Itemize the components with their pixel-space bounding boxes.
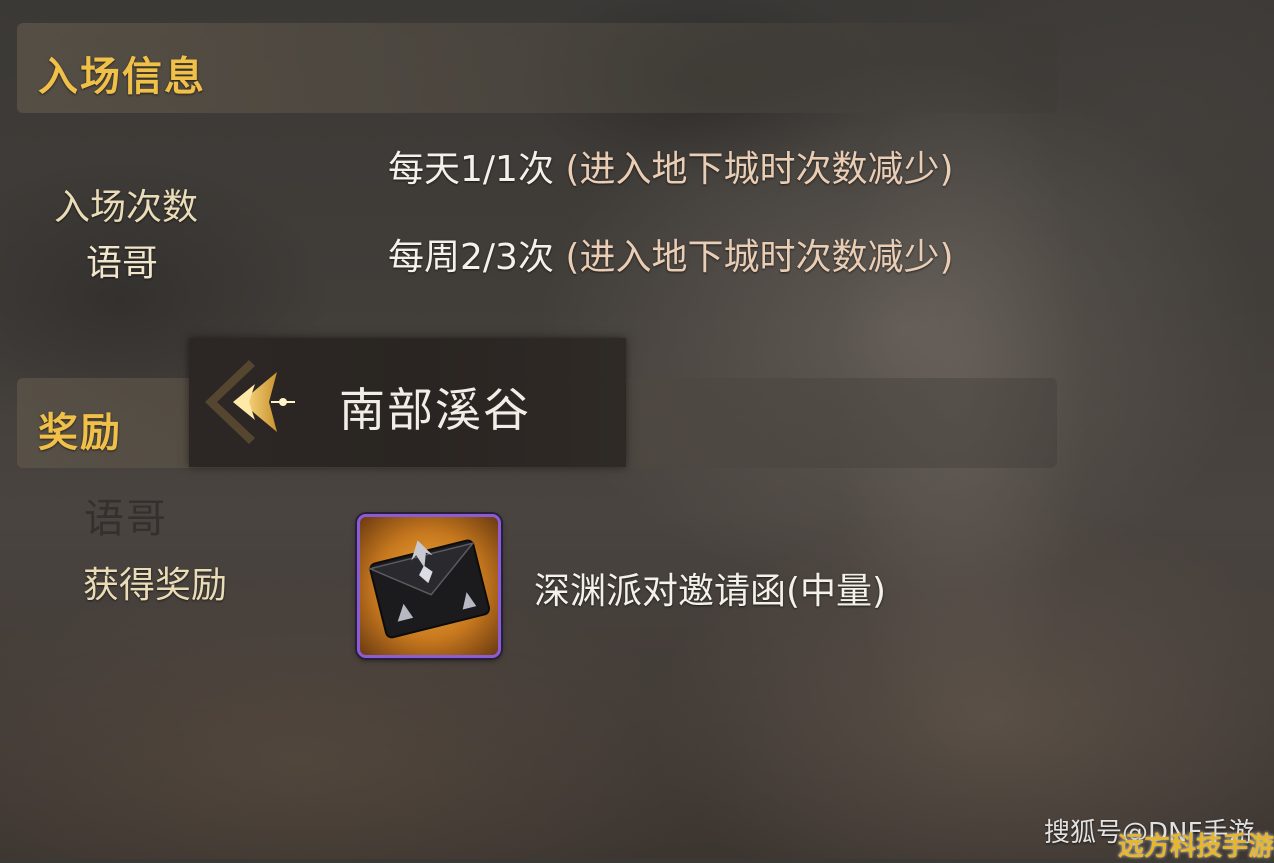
daily-count-note: (进入地下城时次数减少) bbox=[565, 149, 954, 190]
gain-reward-label: 获得奖励 bbox=[82, 565, 227, 606]
reward-item-slot[interactable] bbox=[357, 514, 501, 658]
weekly-count: 每周2/3次 bbox=[388, 237, 554, 278]
weekly-count-note: (进入地下城时次数减少) bbox=[565, 237, 954, 278]
daily-count: 每天1/1次 bbox=[388, 149, 554, 190]
daily-count-line: 每天1/1次 (进入地下城时次数减少) bbox=[388, 140, 954, 192]
site-watermark: 远方科技手游网 bbox=[1118, 832, 1274, 862]
envelope-icon bbox=[367, 539, 491, 639]
entry-count-label: 入场次数 bbox=[53, 187, 198, 228]
reward-section-title: 奖励 bbox=[38, 410, 122, 456]
location-nav-panel[interactable]: 南部溪谷 bbox=[189, 338, 626, 467]
location-title: 南部溪谷 bbox=[339, 383, 531, 437]
entry-section-title: 入场信息 bbox=[38, 54, 206, 100]
entry-overlay-text: 语哥 bbox=[86, 243, 159, 284]
reward-faint-text: 语哥 bbox=[84, 496, 168, 542]
reward-item-name: 深渊派对邀请函(中量) bbox=[534, 571, 887, 612]
chevron-back-icon[interactable] bbox=[197, 354, 309, 450]
weekly-count-line: 每周2/3次 (进入地下城时次数减少) bbox=[388, 228, 954, 280]
